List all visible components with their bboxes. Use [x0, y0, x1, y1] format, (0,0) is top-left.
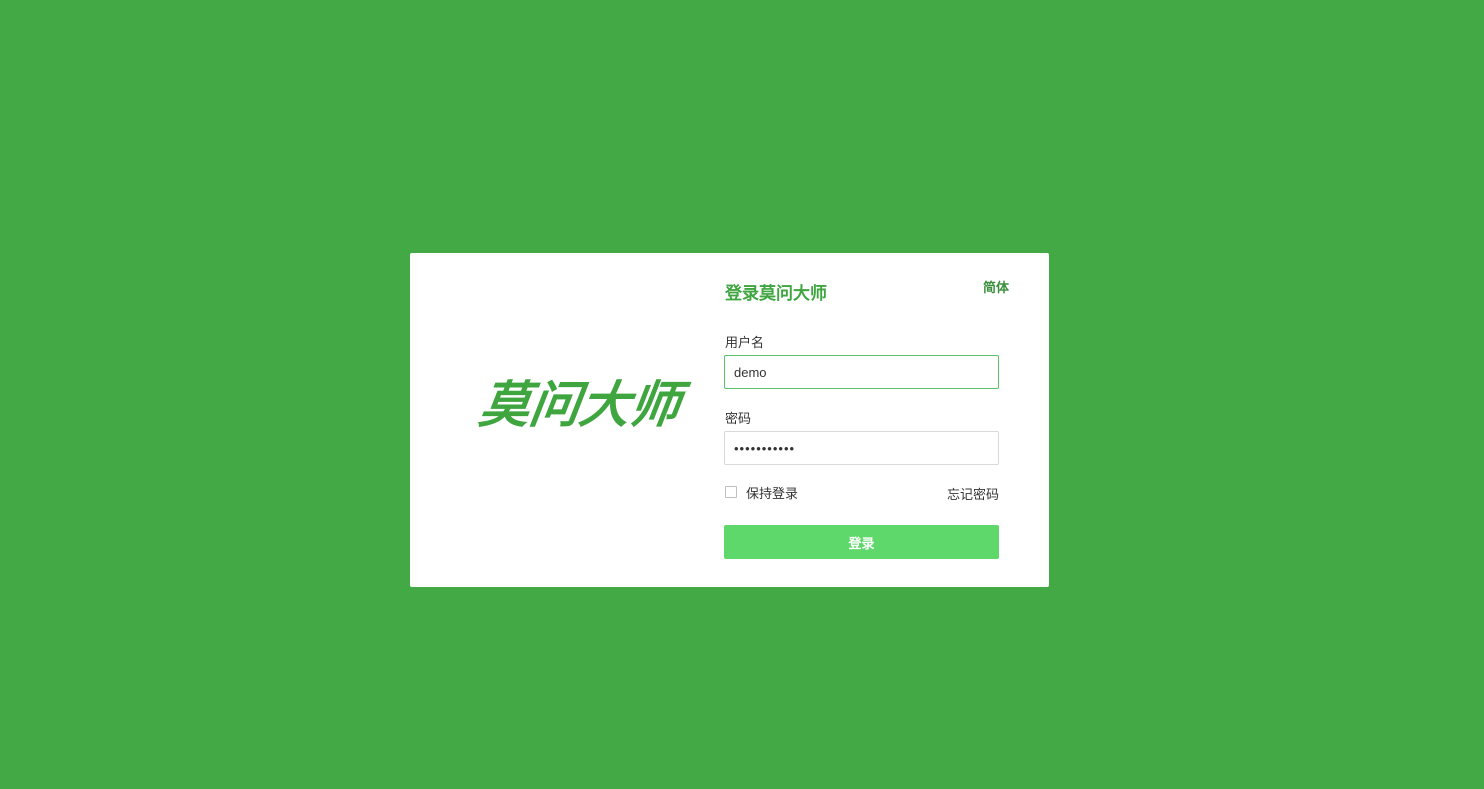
login-form: 登录莫问大师 简体 用户名 密码 保持登录 忘记密码 登录 [724, 253, 1024, 587]
login-button[interactable]: 登录 [724, 525, 999, 559]
remember-checkbox[interactable] [725, 486, 737, 498]
brand-logo: 莫问大师 [476, 377, 684, 433]
username-input[interactable] [724, 355, 999, 389]
login-card: 莫问大师 登录莫问大师 简体 用户名 密码 保持登录 忘记密码 登录 [410, 253, 1049, 587]
forgot-password-link[interactable]: 忘记密码 [947, 484, 999, 503]
password-input[interactable] [724, 431, 999, 465]
remember-me[interactable]: 保持登录 [725, 485, 799, 501]
remember-label: 保持登录 [746, 485, 799, 501]
language-switch[interactable]: 简体 [983, 277, 1009, 296]
username-label: 用户名 [725, 335, 765, 350]
form-title: 登录莫问大师 [725, 284, 827, 303]
password-label: 密码 [725, 411, 752, 426]
